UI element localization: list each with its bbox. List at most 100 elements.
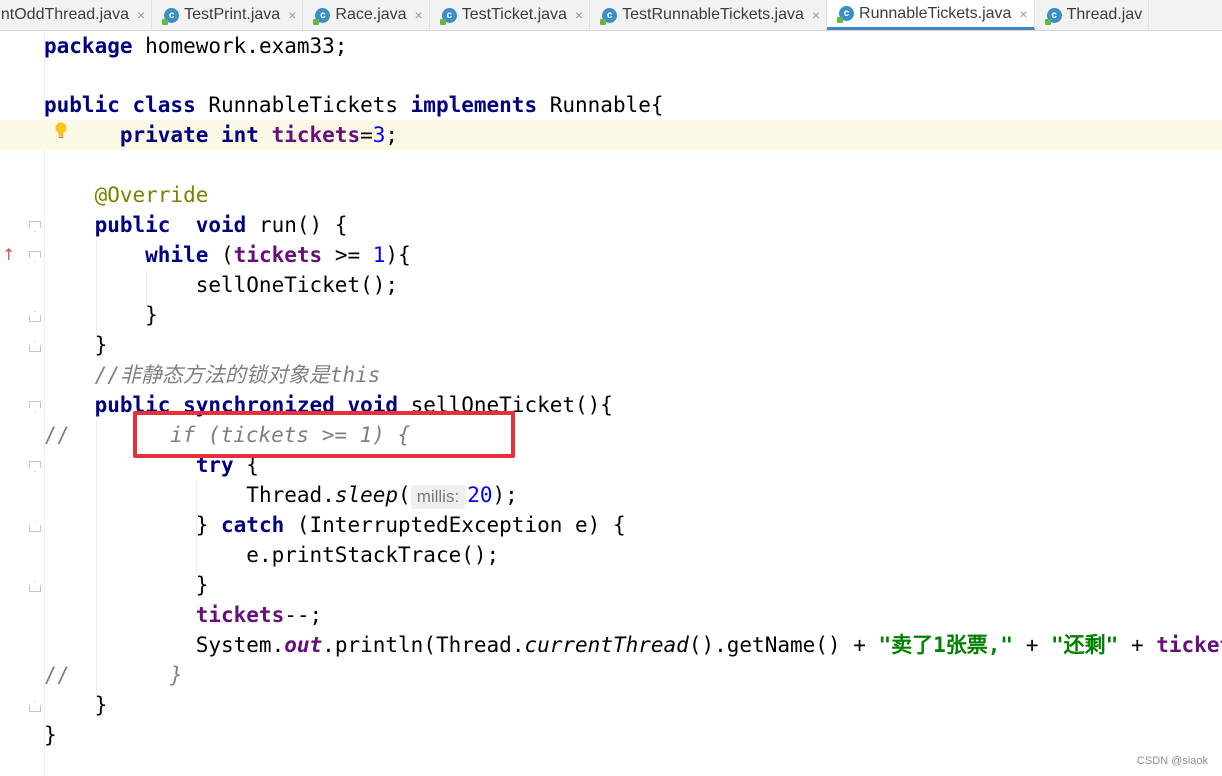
code-text: } xyxy=(94,333,108,357)
java-class-icon: c xyxy=(1044,7,1062,25)
static-field: out xyxy=(284,633,323,657)
code-text: = xyxy=(360,123,373,147)
field-name: ticket xyxy=(1156,633,1222,657)
code-line-brace[interactable]: } xyxy=(44,300,158,330)
code-line-commented-brace[interactable]: //} xyxy=(44,660,183,690)
override-method-icon[interactable]: ↑ xyxy=(2,245,15,264)
tab-label: TestPrint.java xyxy=(184,6,281,23)
keyword: implements xyxy=(410,93,538,117)
close-icon[interactable]: × xyxy=(575,7,583,23)
close-icon[interactable]: × xyxy=(1019,6,1027,22)
code-line-println[interactable]: System.out.println(Thread.currentThread(… xyxy=(44,630,1222,660)
method-name: sleep xyxy=(334,483,399,507)
code-line-brace[interactable]: } xyxy=(44,690,108,720)
code-text: } xyxy=(195,573,209,597)
code-text: Thread. xyxy=(246,483,335,507)
tab-testprint[interactable]: c TestPrint.java × xyxy=(152,0,304,30)
code-text: } xyxy=(44,723,57,747)
java-class-icon: c xyxy=(600,7,618,25)
code-line-catch[interactable]: } catch (InterruptedException e) { xyxy=(44,510,626,540)
code-line-brace[interactable]: } xyxy=(44,720,57,750)
close-icon[interactable]: × xyxy=(137,7,145,23)
method-name: currentThread xyxy=(524,633,689,657)
code-text: homework.exam33; xyxy=(132,34,348,58)
fold-open-icon[interactable] xyxy=(29,401,41,412)
tab-label: RunnableTickets.java xyxy=(859,4,1012,22)
code-line-run-decl[interactable]: public void run() { xyxy=(44,210,348,240)
tab-race[interactable]: c Race.java × xyxy=(303,0,430,30)
keyword: private int xyxy=(119,123,259,147)
field-name: tickets xyxy=(271,123,361,147)
code-line-comment[interactable]: //非静态方法的锁对象是this xyxy=(44,360,381,390)
code-text: run() { xyxy=(246,213,348,237)
code-line-printstacktrace[interactable]: e.printStackTrace(); xyxy=(44,540,499,570)
code-text: + xyxy=(1118,633,1157,657)
code-text: --; xyxy=(284,603,323,627)
java-class-icon: c xyxy=(313,7,331,25)
code-text: sellOneTicket(); xyxy=(195,273,399,297)
fold-close-icon[interactable] xyxy=(29,311,41,322)
fold-close-icon[interactable] xyxy=(29,341,41,352)
close-icon[interactable]: × xyxy=(812,7,820,23)
field-name: tickets xyxy=(195,603,285,627)
keyword: package xyxy=(44,34,133,58)
close-icon[interactable]: × xyxy=(415,7,423,23)
fold-close-icon[interactable] xyxy=(29,581,41,592)
tab-testticket[interactable]: c TestTicket.java × xyxy=(430,0,591,30)
code-text: } xyxy=(94,693,108,717)
tab-printoddthread[interactable]: rintOddThread.java × xyxy=(0,0,153,30)
code-text: ( xyxy=(208,243,234,267)
tab-thread[interactable]: c Thread.jav xyxy=(1035,0,1150,30)
code-text: (InterruptedException e) { xyxy=(284,513,626,537)
number-literal: 1 xyxy=(372,243,386,267)
fold-open-icon[interactable] xyxy=(29,461,41,472)
tab-runnabletickets[interactable]: c RunnableTickets.java × xyxy=(827,0,1035,30)
tab-label: TestRunnableTickets.java xyxy=(622,6,804,23)
number-literal: 3 xyxy=(372,123,386,147)
code-line-sleep[interactable]: Thread.sleep(millis: 20); xyxy=(44,480,518,510)
code-line-call[interactable]: sellOneTicket(); xyxy=(44,270,398,300)
tab-label: TestTicket.java xyxy=(461,6,567,23)
class-name: RunnableTickets xyxy=(195,93,411,117)
code-text: System. xyxy=(195,633,285,657)
code-line-brace[interactable]: } xyxy=(44,570,209,600)
watermark: CSDN @siaok xyxy=(1136,755,1208,767)
code-line-package[interactable]: package homework.exam33; xyxy=(44,31,347,61)
code-line-commented-if[interactable]: //if (tickets >= 1) { xyxy=(44,420,410,450)
code-text: ); xyxy=(492,483,518,507)
code-text: ( xyxy=(398,483,411,507)
comment: //非静态方法的锁对象是this xyxy=(94,363,381,387)
string-literal: "还剩" xyxy=(1051,633,1119,657)
fold-close-icon[interactable] xyxy=(29,521,41,532)
tab-label: Race.java xyxy=(335,6,407,23)
comment-prefix: // xyxy=(44,423,70,447)
code-line-class-decl[interactable]: public class RunnableTickets implements … xyxy=(44,90,664,120)
code-line-decrement[interactable]: tickets--; xyxy=(44,600,322,630)
tab-testrunnabletickets[interactable]: c TestRunnableTickets.java × xyxy=(590,0,828,30)
lightbulb-icon[interactable] xyxy=(54,122,68,140)
code-text: + xyxy=(1013,633,1052,657)
code-text: Runnable{ xyxy=(537,93,664,117)
code-text: >= xyxy=(322,243,373,267)
close-icon[interactable]: × xyxy=(288,7,296,23)
number-literal: 20 xyxy=(467,483,493,507)
java-class-icon: c xyxy=(162,7,180,25)
editor-tab-bar: rintOddThread.java × c TestPrint.java × … xyxy=(0,0,1222,31)
fold-open-icon[interactable] xyxy=(29,221,41,232)
tab-label: rintOddThread.java xyxy=(0,6,129,23)
comment-prefix: // xyxy=(44,663,70,687)
java-class-icon: c xyxy=(837,6,855,23)
fold-close-icon[interactable] xyxy=(29,701,41,712)
code-text: ){ xyxy=(385,243,411,267)
code-line-field-decl[interactable]: private int tickets=3; xyxy=(0,120,1222,150)
field-name: tickets xyxy=(233,243,323,267)
highlight-annotation-box xyxy=(133,411,515,458)
code-text: .println(Thread. xyxy=(322,633,525,657)
annotation: @Override xyxy=(94,183,209,207)
code-line-override[interactable]: @Override xyxy=(44,180,209,210)
comment: } xyxy=(170,663,183,687)
code-line-while[interactable]: while (tickets >= 1){ xyxy=(44,240,411,270)
code-line-brace[interactable]: } xyxy=(44,330,108,360)
fold-open-icon[interactable] xyxy=(29,251,41,262)
string-literal: "卖了1张票," xyxy=(878,633,1014,657)
